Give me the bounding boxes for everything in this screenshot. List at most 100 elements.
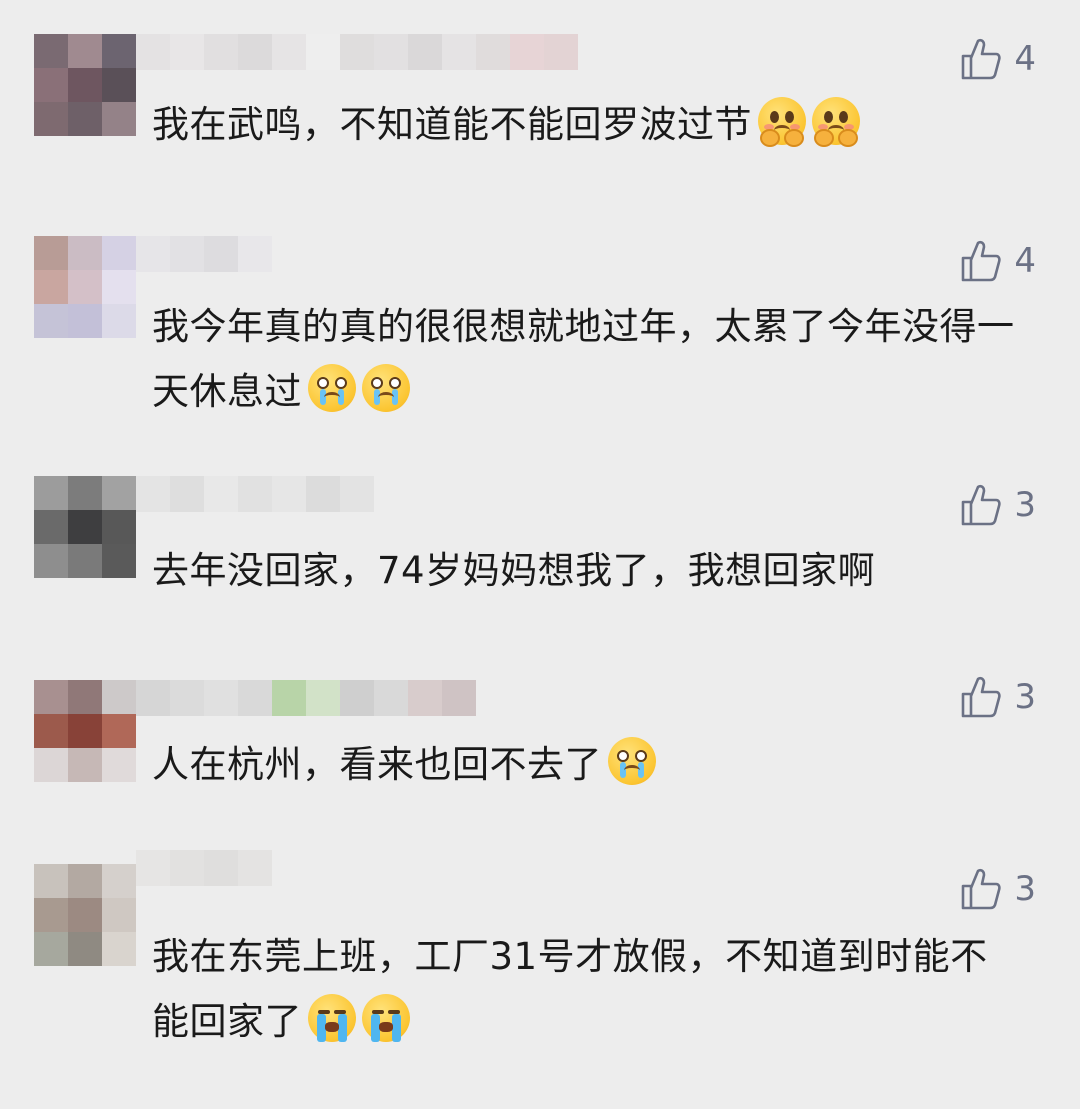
avatar-pixel <box>102 476 136 510</box>
avatar-pixel <box>34 932 68 966</box>
username-blurred[interactable] <box>136 476 374 512</box>
username-pixel <box>170 236 204 272</box>
avatar-pixel <box>102 34 136 68</box>
avatar-pixel <box>68 34 102 68</box>
username-pixel <box>306 476 340 512</box>
avatar[interactable] <box>34 34 136 136</box>
avatar-pixel <box>102 102 136 136</box>
comment-text-content: 人在杭州，看来也回不去了 <box>152 743 602 786</box>
avatar-pixel <box>102 864 136 898</box>
avatar-pixel <box>68 680 102 714</box>
username-pixel <box>544 34 578 70</box>
avatar-pixel <box>102 714 136 748</box>
like-count: 3 <box>1014 485 1036 525</box>
avatar-pixel <box>34 714 68 748</box>
username-pixel <box>170 850 204 886</box>
username-blurred[interactable] <box>136 850 272 886</box>
crying-face-emoji <box>608 737 656 785</box>
username-pixel <box>476 34 510 70</box>
username-pixel <box>408 680 442 716</box>
avatar-pixel <box>102 68 136 102</box>
avatar-pixel <box>34 102 68 136</box>
avatar-pixel <box>68 304 102 338</box>
username-blurred[interactable] <box>136 34 578 70</box>
username-pixel <box>238 680 272 716</box>
avatar-pixel <box>68 864 102 898</box>
like-button[interactable]: 3 <box>960 482 1036 528</box>
avatar-pixel <box>102 510 136 544</box>
like-button[interactable]: 3 <box>960 866 1036 912</box>
avatar-pixel <box>102 304 136 338</box>
like-count: 3 <box>1014 677 1036 717</box>
crying-face-emoji <box>362 364 410 412</box>
username-pixel <box>170 34 204 70</box>
username-pixel <box>238 476 272 512</box>
crying-face-emoji <box>308 364 356 412</box>
avatar-pixel <box>68 898 102 932</box>
username-pixel <box>204 476 238 512</box>
username-pixel <box>204 34 238 70</box>
avatar-pixel <box>68 748 102 782</box>
avatar-pixel <box>34 270 68 304</box>
username-pixel <box>170 680 204 716</box>
avatar-pixel <box>68 102 102 136</box>
username-pixel <box>272 34 306 70</box>
username-pixel <box>340 680 374 716</box>
avatar-pixel <box>102 270 136 304</box>
username-pixel <box>136 850 170 886</box>
username-pixel <box>306 680 340 716</box>
avatar-pixel <box>102 932 136 966</box>
comment-text: 我在东莞上班，工厂31号才放假，不知道到时能不能回家了 <box>152 924 1022 1054</box>
username-pixel <box>204 850 238 886</box>
username-pixel <box>340 476 374 512</box>
loudly-crying-face-emoji <box>362 994 410 1042</box>
avatar-pixel <box>102 236 136 270</box>
avatar[interactable] <box>34 680 136 782</box>
thumbs-up-icon <box>960 239 1002 283</box>
thumbs-up-icon <box>960 867 1002 911</box>
avatar-pixel <box>68 932 102 966</box>
username-pixel <box>272 476 306 512</box>
comment-text: 人在杭州，看来也回不去了 <box>152 732 1022 797</box>
username-pixel <box>204 680 238 716</box>
username-pixel <box>136 680 170 716</box>
username-pixel <box>408 34 442 70</box>
username-pixel <box>238 850 272 886</box>
avatar-pixel <box>34 510 68 544</box>
avatar-pixel <box>102 898 136 932</box>
comment-text-content: 我在东莞上班，工厂31号才放假，不知道到时能不能回家了 <box>152 935 988 1043</box>
username-blurred[interactable] <box>136 680 476 716</box>
comment-text: 我在武鸣，不知道能不能回罗波过节 <box>152 92 1022 157</box>
avatar-pixel <box>34 748 68 782</box>
like-button[interactable]: 4 <box>960 36 1036 82</box>
avatar[interactable] <box>34 864 136 966</box>
avatar-pixel <box>68 68 102 102</box>
username-blurred[interactable] <box>136 236 272 272</box>
username-pixel <box>340 34 374 70</box>
username-pixel <box>136 236 170 272</box>
avatar-pixel <box>102 748 136 782</box>
username-pixel <box>374 34 408 70</box>
like-button[interactable]: 4 <box>960 238 1036 284</box>
username-pixel <box>442 680 476 716</box>
avatar-pixel <box>34 304 68 338</box>
avatar-pixel <box>102 544 136 578</box>
avatar[interactable] <box>34 476 136 578</box>
avatar-pixel <box>68 544 102 578</box>
avatar-pixel <box>34 476 68 510</box>
avatar-pixel <box>68 270 102 304</box>
thumbs-up-icon <box>960 37 1002 81</box>
like-button[interactable]: 3 <box>960 674 1036 720</box>
username-pixel <box>306 34 340 70</box>
loudly-crying-face-emoji <box>308 994 356 1042</box>
like-count: 3 <box>1014 869 1036 909</box>
comment-text: 我今年真的真的很很想就地过年，太累了今年没得一天休息过 <box>152 294 1022 424</box>
avatar[interactable] <box>34 236 136 338</box>
comment-text-content: 去年没回家，74岁妈妈想我了，我想回家啊 <box>152 549 876 592</box>
avatar-pixel <box>68 236 102 270</box>
comment-text: 去年没回家，74岁妈妈想我了，我想回家啊 <box>152 538 1022 603</box>
thumbs-up-icon <box>960 675 1002 719</box>
comment-text-content: 我今年真的真的很很想就地过年，太累了今年没得一天休息过 <box>152 305 1015 413</box>
username-pixel <box>374 680 408 716</box>
avatar-pixel <box>34 68 68 102</box>
